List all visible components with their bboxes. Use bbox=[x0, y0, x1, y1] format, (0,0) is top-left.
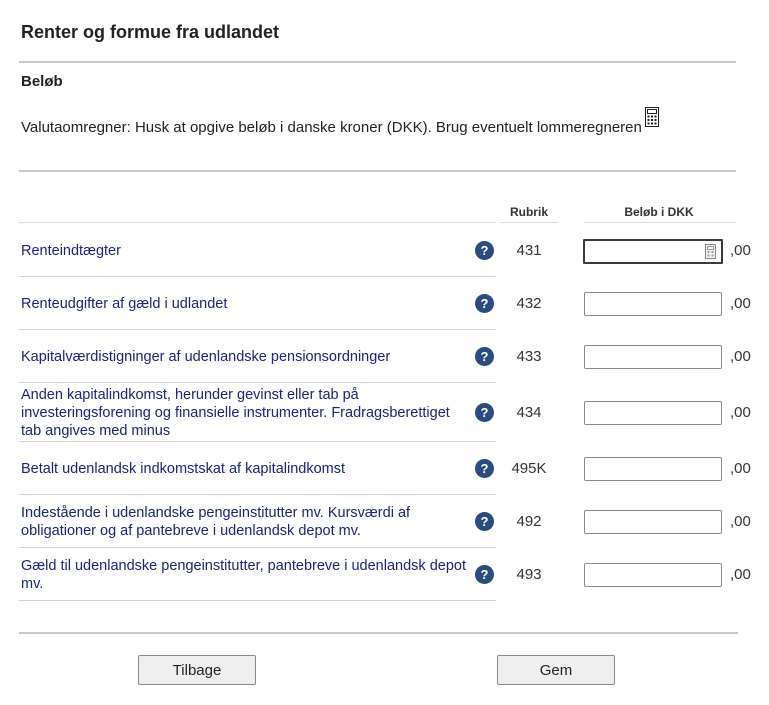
row-label-indestaaende: Indestående i udenlandske pengeinstitutt… bbox=[21, 505, 411, 539]
row-separator bbox=[19, 494, 496, 495]
amount-input-493[interactable] bbox=[584, 563, 722, 587]
help-icon[interactable]: ? bbox=[475, 241, 494, 260]
rubrik-number: 493 bbox=[516, 566, 542, 583]
back-button[interactable]: Tilbage bbox=[138, 655, 256, 685]
row-label-gaeld: Gæld til udenlandske pengeinstitutter, p… bbox=[21, 558, 466, 592]
decimal-suffix: ,00 bbox=[730, 566, 751, 583]
valuta-text: Valutaomregner: Husk at opgive beløb i d… bbox=[21, 119, 642, 136]
help-icon[interactable]: ? bbox=[475, 565, 494, 584]
calculator-small-icon[interactable] bbox=[705, 244, 716, 259]
row-separator bbox=[19, 441, 496, 442]
row-separator bbox=[19, 329, 496, 330]
header-underline bbox=[584, 222, 736, 223]
rubrik-number: 495K bbox=[511, 460, 547, 477]
amount-input-431[interactable] bbox=[583, 239, 723, 264]
amount-input-432[interactable] bbox=[584, 292, 722, 316]
valuta-notice: Valutaomregner: Husk at opgive beløb i d… bbox=[21, 107, 659, 139]
row-label-renteindtaegter: Renteindtægter bbox=[21, 243, 121, 259]
header-underline bbox=[500, 222, 558, 223]
top-divider bbox=[19, 61, 736, 63]
page-title: Renter og formue fra udlandet bbox=[21, 22, 280, 42]
decimal-suffix: ,00 bbox=[730, 348, 751, 365]
row-separator bbox=[19, 600, 496, 601]
decimal-suffix: ,00 bbox=[730, 242, 751, 259]
help-icon[interactable]: ? bbox=[475, 294, 494, 313]
rubrik-number: 434 bbox=[516, 404, 542, 421]
section-divider bbox=[19, 170, 736, 172]
decimal-suffix: ,00 bbox=[730, 295, 751, 312]
row-label-renteudgifter: Renteudgifter af gæld i udlandet bbox=[21, 296, 228, 312]
rubrik-number: 432 bbox=[516, 295, 542, 312]
amount-header: Beløb i DKK bbox=[624, 205, 694, 219]
rubrik-number: 433 bbox=[516, 348, 542, 365]
help-icon[interactable]: ? bbox=[475, 512, 494, 531]
help-icon[interactable]: ? bbox=[475, 403, 494, 422]
save-button[interactable]: Gem bbox=[497, 655, 615, 685]
row-separator bbox=[19, 382, 496, 383]
decimal-suffix: ,00 bbox=[730, 460, 751, 477]
row-separator bbox=[19, 276, 496, 277]
bottom-divider bbox=[19, 632, 738, 634]
row-label-betalt-indkomstskat: Betalt udenlandsk indkomstskat af kapita… bbox=[21, 461, 346, 477]
help-icon[interactable]: ? bbox=[475, 459, 494, 478]
rubrik-number: 431 bbox=[516, 242, 542, 259]
row-label-anden-kapitalindkomst: Anden kapitalindkomst, herunder gevinst … bbox=[21, 387, 450, 439]
rubrik-header: Rubrik bbox=[509, 205, 548, 219]
header-underline bbox=[19, 222, 496, 223]
amount-input-492[interactable] bbox=[584, 510, 722, 534]
rubrik-number: 492 bbox=[516, 513, 542, 530]
row-separator bbox=[19, 547, 496, 548]
row-label-kapitalvaerdistigninger: Kapitalværdistigninger af udenlandske pe… bbox=[21, 349, 391, 365]
help-icon[interactable]: ? bbox=[475, 347, 494, 366]
decimal-suffix: ,00 bbox=[730, 404, 751, 421]
decimal-suffix: ,00 bbox=[730, 513, 751, 530]
calculator-icon[interactable] bbox=[644, 107, 659, 127]
section-title: Beløb bbox=[21, 73, 63, 90]
amount-input-433[interactable] bbox=[584, 345, 722, 369]
amount-input-434[interactable] bbox=[584, 401, 722, 425]
amount-input-495k[interactable] bbox=[584, 457, 722, 481]
